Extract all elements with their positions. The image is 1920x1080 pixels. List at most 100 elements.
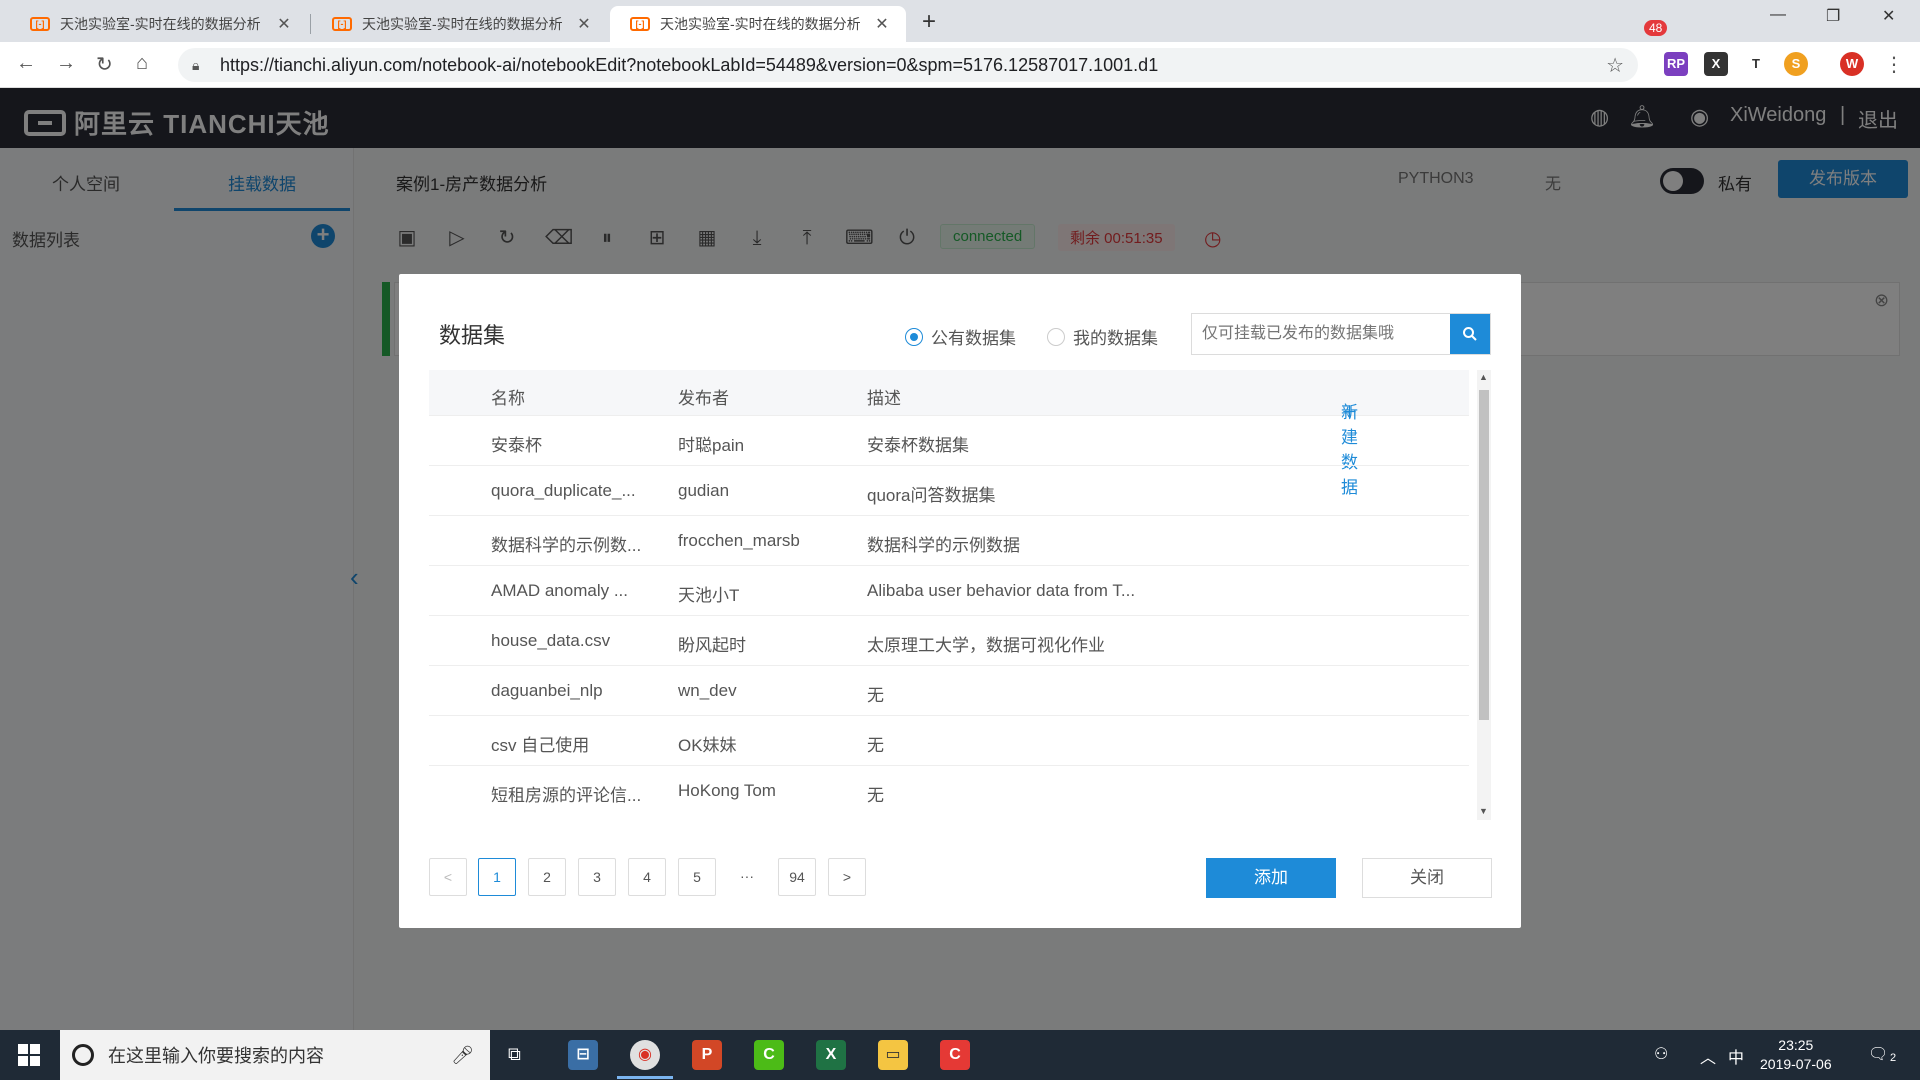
pagination-next[interactable]: > (828, 858, 866, 896)
tab-title: 天池实验室-实时在线的数据分析 (60, 14, 274, 34)
row-description: 无 (867, 781, 884, 806)
modal-title: 数据集 (439, 318, 505, 350)
browser-tab-3-active[interactable]: [-] 天池实验室-实时在线的数据分析 ✕ (610, 6, 906, 42)
row-description: 安泰杯数据集 (867, 431, 969, 456)
file-explorer-icon[interactable]: ▭ (878, 1040, 908, 1070)
browser-tab-1[interactable]: [-] 天池实验室-实时在线的数据分析 ✕ (10, 6, 308, 42)
pagination-page-1[interactable]: 1 (478, 858, 516, 896)
scrollbar[interactable]: ▲ ▼ (1477, 370, 1491, 820)
column-header-name: 名称 (491, 384, 525, 409)
scroll-down-icon[interactable]: ▼ (1479, 806, 1488, 816)
table-row[interactable]: house_data.csv 盼风起时 太原理工大学，数据可视化作业 (429, 616, 1469, 666)
row-description: 太原理工大学，数据可视化作业 (867, 631, 1105, 656)
pagination-page-3[interactable]: 3 (578, 858, 616, 896)
row-name: AMAD anomaly ... (491, 581, 628, 601)
restore-icon[interactable]: ❐ (1826, 6, 1840, 26)
row-publisher: gudian (678, 481, 729, 501)
scrollbar-thumb[interactable] (1479, 390, 1489, 720)
row-name: house_data.csv (491, 631, 610, 651)
tab-separator (310, 14, 311, 34)
windows-taskbar: 在这里输入你要搜索的内容 🎤︎ ⧉ ⊟ ◉ P C X ▭ C ⚇ ︿ 中 23… (0, 1030, 1920, 1080)
radio-public-dataset[interactable]: 公有数据集 (905, 324, 1016, 349)
close-icon[interactable]: ✕ (872, 14, 892, 34)
forward-icon[interactable]: → (56, 52, 76, 75)
people-icon[interactable]: ⚇ (1654, 1044, 1668, 1064)
network-app-icon[interactable]: ⊟ (568, 1040, 598, 1070)
tray-chevron-icon[interactable]: ︿ (1700, 1044, 1716, 1068)
table-row[interactable]: AMAD anomaly ... 天池小T Alibaba user behav… (429, 566, 1469, 616)
scroll-up-icon[interactable]: ▲ (1479, 372, 1488, 382)
new-tab-icon[interactable]: + (922, 8, 936, 36)
dataset-search (1191, 313, 1491, 355)
home-icon[interactable]: ⌂ (136, 52, 148, 75)
row-name: daguanbei_nlp (491, 681, 603, 701)
table-row[interactable]: 安泰杯 时聪pain 安泰杯数据集 (429, 416, 1469, 466)
close-icon[interactable]: ✕ (574, 14, 594, 34)
row-name: 安泰杯 (491, 431, 542, 456)
taskbar-search[interactable]: 在这里输入你要搜索的内容 🎤︎ (60, 1030, 490, 1080)
microphone-icon[interactable]: 🎤︎ (451, 1045, 474, 1066)
taskbar-search-placeholder: 在这里输入你要搜索的内容 (108, 1042, 324, 1068)
pagination-page-2[interactable]: 2 (528, 858, 566, 896)
active-app-indicator (617, 1076, 673, 1079)
tab-title: 天池实验室-实时在线的数据分析 (660, 14, 872, 34)
row-publisher: 盼风起时 (678, 631, 746, 656)
chrome-icon[interactable]: ◉ (630, 1040, 660, 1070)
ime-indicator[interactable]: 中 (1728, 1044, 1744, 1068)
dataset-table: 名称 发布者 描述 ＋ 新建数据 安泰杯 时聪pain 安泰杯数据集 quora… (429, 370, 1491, 820)
minimize-icon[interactable]: — (1770, 6, 1786, 24)
row-description: Alibaba user behavior data from T... (867, 581, 1135, 601)
pagination-page-94[interactable]: 94 (778, 858, 816, 896)
windows-start-icon[interactable] (18, 1044, 40, 1066)
extension-t-icon[interactable]: T (1744, 52, 1768, 76)
cortana-icon (72, 1044, 94, 1066)
powerpoint-icon[interactable]: P (692, 1040, 722, 1070)
url-field[interactable]: 🔒︎ https://tianchi.aliyun.com/notebook-a… (178, 48, 1638, 82)
row-description: 无 (867, 681, 884, 706)
close-button[interactable]: 关闭 (1362, 858, 1492, 898)
radio-my-dataset[interactable]: 我的数据集 (1047, 324, 1158, 349)
tianchi-icon: [-] (30, 17, 50, 31)
table-row[interactable]: 数据科学的示例数... frocchen_marsb 数据科学的示例数据 (429, 516, 1469, 566)
table-row[interactable]: daguanbei_nlp wn_dev 无 (429, 666, 1469, 716)
excel-icon[interactable]: X (816, 1040, 846, 1070)
search-input[interactable] (1192, 314, 1450, 354)
radio-unchecked-icon (1047, 328, 1065, 346)
row-name: quora_duplicate_... (491, 481, 636, 501)
row-publisher: 时聪pain (678, 431, 744, 456)
table-row[interactable]: 短租房源的评论信... HoKong Tom 无 (429, 766, 1469, 816)
extension-s-icon[interactable]: S (1784, 52, 1808, 76)
row-name: csv 自己使用 (491, 731, 589, 756)
row-description: 数据科学的示例数据 (867, 531, 1020, 556)
bookmark-star-icon[interactable]: ☆ (1606, 53, 1624, 78)
row-publisher: frocchen_marsb (678, 531, 800, 551)
add-button[interactable]: 添加 (1206, 858, 1336, 898)
pagination-page-4[interactable]: 4 (628, 858, 666, 896)
window-close-icon[interactable]: ✕ (1882, 6, 1895, 26)
back-icon[interactable]: ← (16, 52, 36, 75)
menu-dots-icon[interactable]: ⋮ (1884, 52, 1904, 77)
search-icon[interactable] (1450, 314, 1490, 354)
clock-date: 2019-07-06 (1760, 1055, 1832, 1074)
pagination-ellipsis[interactable]: ··· (728, 858, 766, 896)
notification-count: 2 (1890, 1052, 1896, 1064)
table-row[interactable]: csv 自己使用 OK妹妹 无 (429, 716, 1469, 766)
browser-tab-2[interactable]: [-] 天池实验室-实时在线的数据分析 ✕ (312, 6, 608, 42)
extension-x-icon[interactable]: X (1704, 52, 1728, 76)
pagination-page-5[interactable]: 5 (678, 858, 716, 896)
reload-icon[interactable]: ↻ (96, 52, 113, 77)
profile-avatar-icon[interactable]: W (1840, 52, 1864, 76)
clock-time: 23:25 (1760, 1036, 1832, 1055)
pagination-prev[interactable]: < (429, 858, 467, 896)
table-row[interactable]: quora_duplicate_... gudian quora问答数据集 (429, 466, 1469, 516)
tab-title: 天池实验室-实时在线的数据分析 (362, 14, 574, 34)
close-icon[interactable]: ✕ (274, 14, 294, 34)
action-center-icon[interactable]: 🗨︎ (1868, 1044, 1888, 1064)
task-view-icon[interactable]: ⧉ (508, 1044, 521, 1065)
recorder-app-icon[interactable]: C (940, 1040, 970, 1070)
extension-rp-icon[interactable]: RP (1664, 52, 1688, 76)
column-header-description: 描述 (867, 384, 901, 409)
camtasia-icon[interactable]: C (754, 1040, 784, 1070)
system-clock[interactable]: 23:25 2019-07-06 (1760, 1036, 1832, 1074)
dataset-modal: 数据集 公有数据集 我的数据集 名称 发布者 描述 ＋ 新建数据 安泰杯 时聪p… (399, 274, 1521, 928)
